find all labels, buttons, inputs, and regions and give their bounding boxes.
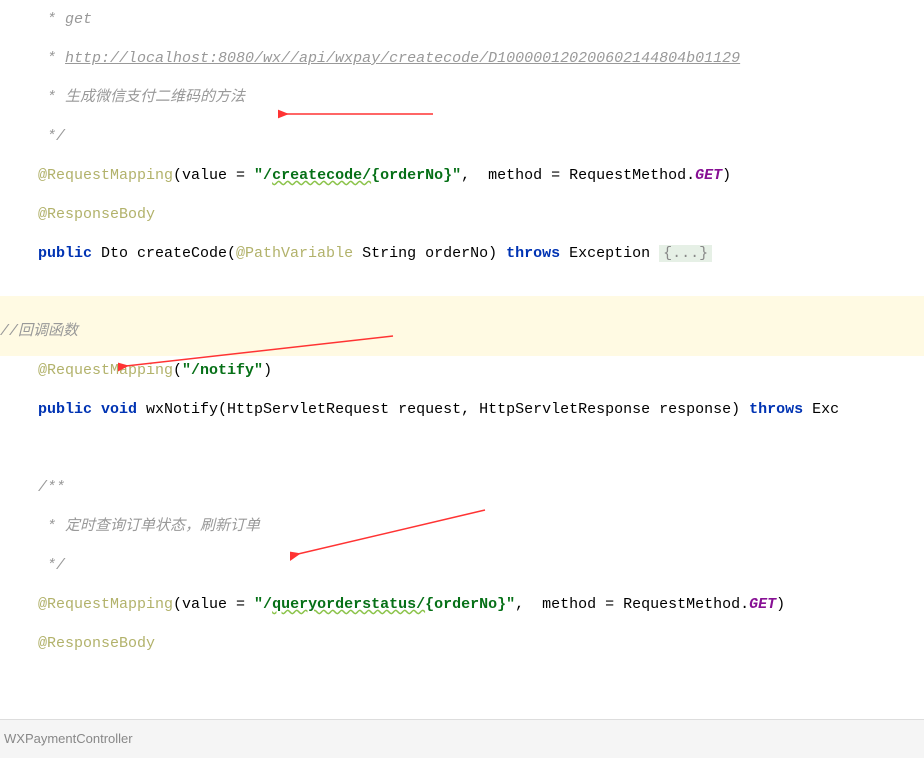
code-text: Exception [560, 245, 659, 262]
string-literal: {orderNo}" [425, 596, 515, 613]
annotation: @PathVariable [236, 245, 353, 262]
keyword: public [38, 401, 92, 418]
string-literal: queryorderstatus/ [272, 596, 425, 613]
keyword: throws [506, 245, 560, 262]
code-text: , method = RequestMethod. [515, 596, 749, 613]
code-text: (value = [173, 596, 254, 613]
annotation: @RequestMapping [38, 362, 173, 379]
enum-ref: GET [749, 596, 776, 613]
code-line: @ResponseBody [0, 624, 924, 663]
code-line: */ [0, 546, 924, 585]
keyword: void [92, 401, 137, 418]
code-line: public void wxNotify(HttpServletRequest … [0, 390, 924, 429]
code-line: @RequestMapping("/notify") [0, 351, 924, 390]
code-text: (value = [173, 167, 254, 184]
enum-ref: GET [695, 167, 722, 184]
code-line [0, 429, 924, 468]
code-text: ) [722, 167, 731, 184]
code-text: String orderNo) [353, 245, 506, 262]
comment-text: /** [38, 479, 65, 496]
code-text: ) [263, 362, 272, 379]
string-literal: createcode/ [272, 167, 371, 184]
annotation: @RequestMapping [38, 596, 173, 613]
string-literal: "/notify" [182, 362, 263, 379]
comment-text: * get [38, 11, 92, 28]
code-line: public Dto createCode(@PathVariable Stri… [0, 234, 924, 273]
code-text: ) [776, 596, 785, 613]
annotation: @RequestMapping [38, 167, 173, 184]
code-text: Dto createCode( [92, 245, 236, 262]
code-line: @RequestMapping(value = "/queryorderstat… [0, 585, 924, 624]
keyword: public [38, 245, 92, 262]
code-line [0, 273, 924, 312]
code-line: * 生成微信支付二维码的方法 [0, 78, 924, 117]
comment-text: */ [38, 128, 65, 145]
code-line: @ResponseBody [0, 195, 924, 234]
annotation: @ResponseBody [38, 635, 155, 652]
comment-text: */ [38, 557, 65, 574]
keyword: throws [749, 401, 803, 418]
string-literal: "/ [254, 167, 272, 184]
comment-text: * 定时查询订单状态，刷新订单 [38, 518, 260, 535]
comment-url: http://localhost:8080/wx//api/wxpay/crea… [65, 50, 740, 67]
code-text: Exc [803, 401, 839, 418]
breadcrumb[interactable]: WXPaymentController [0, 719, 924, 758]
comment-text: * 生成微信支付二维码的方法 [38, 89, 245, 106]
comment-text: //回调函数 [0, 323, 78, 340]
string-literal: {orderNo}" [371, 167, 461, 184]
code-line: //回调函数 [0, 312, 924, 351]
fold-marker[interactable]: {...} [659, 245, 712, 262]
code-line: @RequestMapping(value = "/createcode/{or… [0, 156, 924, 195]
comment-text: * [38, 50, 65, 67]
code-line: /** [0, 468, 924, 507]
code-line: * http://localhost:8080/wx//api/wxpay/cr… [0, 39, 924, 78]
code-line: * get [0, 0, 924, 39]
code-line: */ [0, 117, 924, 156]
code-editor[interactable]: * get * http://localhost:8080/wx//api/wx… [0, 0, 924, 663]
code-text: wxNotify(HttpServletRequest request, Htt… [137, 401, 749, 418]
annotation: @ResponseBody [38, 206, 155, 223]
code-line: * 定时查询订单状态，刷新订单 [0, 507, 924, 546]
code-text: ( [173, 362, 182, 379]
code-text: , method = RequestMethod. [461, 167, 695, 184]
string-literal: "/ [254, 596, 272, 613]
